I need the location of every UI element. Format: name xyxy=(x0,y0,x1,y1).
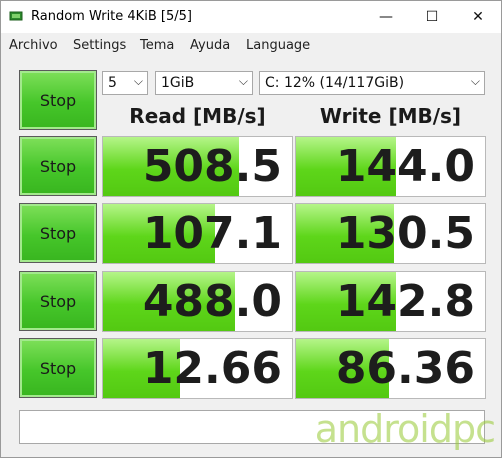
chevron-down-icon: ⌵ xyxy=(238,74,248,88)
row-1-write-cell: 144.0 xyxy=(295,136,486,197)
row-1-read-cell: 508.5 xyxy=(102,136,293,197)
all-stop-button[interactable]: Stop xyxy=(19,70,97,130)
menu-bar: Archivo Settings Tema Ayuda Language xyxy=(1,33,501,59)
row-3-write-value: 142.8 xyxy=(335,276,475,327)
row-2-read-value: 107.1 xyxy=(142,208,282,259)
row-3-stop-button[interactable]: Stop xyxy=(19,271,97,331)
row-1-stop-button[interactable]: Stop xyxy=(19,136,97,196)
row-1-write-value: 144.0 xyxy=(335,141,475,192)
drive-value: C: 12% (14/117GiB) xyxy=(265,75,405,91)
all-stop-label: Stop xyxy=(39,90,77,110)
menu-tema[interactable]: Tema xyxy=(140,38,174,53)
row-3-stop-label: Stop xyxy=(39,291,77,311)
row-2-read-cell: 107.1 xyxy=(102,203,293,264)
disk-benchmark-icon xyxy=(9,11,23,21)
row-4-read-value: 12.66 xyxy=(142,343,282,394)
drive-select[interactable]: C: 12% (14/117GiB) ⌵ xyxy=(259,71,485,95)
row-4-write-cell: 86.36 xyxy=(295,338,486,399)
row-3-read-value: 488.0 xyxy=(142,276,282,327)
row-4-stop-label: Stop xyxy=(39,358,77,378)
minimize-icon: — xyxy=(379,9,393,25)
row-1-stop-label: Stop xyxy=(39,156,77,176)
menu-ayuda[interactable]: Ayuda xyxy=(190,38,230,53)
close-icon: ✕ xyxy=(472,9,484,25)
minimize-button[interactable]: — xyxy=(363,1,409,33)
app-window: Random Write 4KiB [5/5] — ☐ ✕ Archivo Se… xyxy=(0,0,502,458)
row-2-write-cell: 130.5 xyxy=(295,203,486,264)
watermark-logo: androidpc xyxy=(314,407,496,451)
menu-language[interactable]: Language xyxy=(246,38,310,53)
row-4-read-cell: 12.66 xyxy=(102,338,293,399)
title-bar: Random Write 4KiB [5/5] — ☐ ✕ xyxy=(1,1,501,33)
window-title: Random Write 4KiB [5/5] xyxy=(31,9,192,24)
menu-settings[interactable]: Settings xyxy=(73,38,126,53)
test-count-select[interactable]: 5 ⌵ xyxy=(102,71,148,95)
test-size-select[interactable]: 1GiB ⌵ xyxy=(155,71,253,95)
row-3-write-cell: 142.8 xyxy=(295,271,486,332)
chevron-down-icon: ⌵ xyxy=(133,74,143,88)
row-4-write-value: 86.36 xyxy=(335,343,475,394)
chevron-down-icon: ⌵ xyxy=(470,74,480,88)
row-2-stop-label: Stop xyxy=(39,223,77,243)
test-size-value: 1GiB xyxy=(161,75,195,91)
close-button[interactable]: ✕ xyxy=(455,1,501,33)
row-1-read-value: 508.5 xyxy=(142,141,282,192)
menu-archivo[interactable]: Archivo xyxy=(9,38,58,53)
row-2-write-value: 130.5 xyxy=(335,208,475,259)
test-count-value: 5 xyxy=(108,75,117,91)
read-header: Read [MB/s] xyxy=(129,104,266,128)
watermark-text: androidpc xyxy=(314,407,496,451)
row-3-read-cell: 488.0 xyxy=(102,271,293,332)
maximize-button[interactable]: ☐ xyxy=(409,1,455,33)
row-2-stop-button[interactable]: Stop xyxy=(19,203,97,263)
write-header: Write [MB/s] xyxy=(319,104,462,128)
maximize-icon: ☐ xyxy=(425,9,439,25)
row-4-stop-button[interactable]: Stop xyxy=(19,338,97,398)
